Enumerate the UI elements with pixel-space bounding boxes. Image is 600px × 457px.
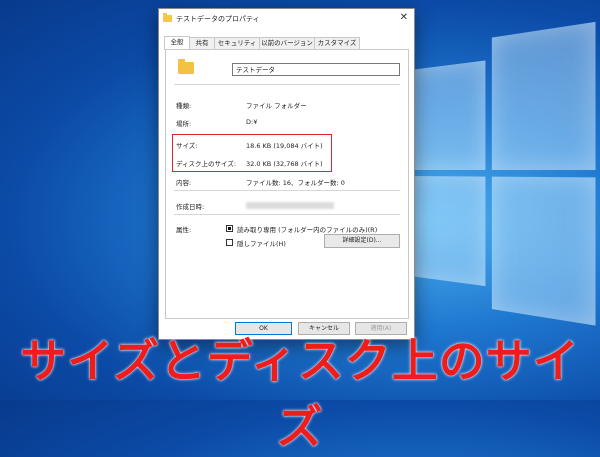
tab-general[interactable]: 全般 [164, 36, 190, 50]
windows-logo-pane [491, 21, 596, 170]
created-label: 作成日時: [176, 203, 205, 211]
attributes-label: 属性: [176, 226, 192, 234]
size-label: サイズ: [176, 142, 198, 150]
windows-logo-pane [410, 176, 486, 287]
folder-icon [163, 13, 172, 22]
readonly-checkbox[interactable] [226, 225, 233, 232]
title-banner: サイズとディスク上のサイズ [20, 334, 580, 454]
location-value: D:¥ [246, 118, 258, 126]
created-value-blurred [246, 202, 334, 209]
divider [174, 84, 400, 85]
contents-value: ファイル数: 16、フォルダー数: 0 [246, 179, 345, 187]
tab-previous-versions[interactable]: 以前のバージョン [259, 37, 315, 49]
title-bar[interactable]: テストデータのプロパティ ✕ [159, 9, 414, 29]
folder-icon [178, 59, 194, 74]
close-icon[interactable]: ✕ [400, 12, 408, 23]
size-on-disk-label: ディスク上のサイズ: [176, 160, 237, 168]
windows-logo-pane [410, 60, 486, 170]
tab-security[interactable]: セキュリティ [214, 37, 260, 49]
tab-customize[interactable]: カスタマイズ [314, 37, 360, 49]
divider [174, 190, 400, 191]
hidden-checkbox[interactable] [226, 239, 233, 246]
size-on-disk-value: 32.0 KB (32,768 バイト) [246, 160, 323, 168]
windows-logo-pane [491, 176, 596, 326]
location-label: 場所: [176, 120, 192, 128]
type-label: 種類: [176, 102, 192, 110]
advanced-settings-button[interactable]: 詳細設定(D)... [324, 234, 400, 248]
properties-dialog: テストデータのプロパティ ✕ 全般 共有 セキュリティ 以前のバージョン カスタ… [158, 8, 415, 340]
folder-name-input[interactable]: テストデータ [232, 63, 400, 76]
general-panel: テストデータ 種類: ファイル フォルダー 場所: D:¥ サイズ: 18.6 … [165, 49, 409, 319]
hidden-checkbox-label[interactable]: 隠しファイル(H) [237, 238, 286, 248]
size-value: 18.6 KB (19,084 バイト) [246, 142, 323, 150]
divider [174, 214, 400, 215]
contents-label: 内容: [176, 179, 192, 187]
window-title: テストデータのプロパティ [176, 15, 260, 23]
windows-logo [410, 10, 596, 331]
tab-sharing[interactable]: 共有 [189, 37, 215, 49]
readonly-checkbox-label[interactable]: 読み取り専用 (フォルダー内のファイルのみ)(R) [237, 224, 377, 234]
type-value: ファイル フォルダー [246, 102, 307, 110]
